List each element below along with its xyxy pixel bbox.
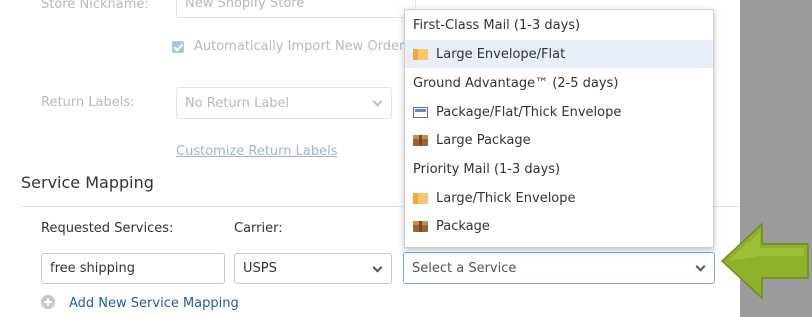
envelope-icon [413,192,428,204]
option-partial[interactable] [405,240,713,247]
option-package[interactable]: Package [405,212,713,240]
group-header-priority-mail: Priority Mail (1-3 days) [413,162,561,177]
return-labels-select[interactable]: No Return Label [176,87,392,119]
return-labels-label: Return Labels: [41,95,135,110]
requested-services-label: Requested Services: [41,221,174,236]
chevron-down-icon [695,261,706,272]
auto-import-label: Automatically Import New Orders [194,39,412,54]
group-header-ground-advantage: Ground Advantage™ (2-5 days) [413,76,619,91]
option-label: Package [436,218,490,234]
box-icon [413,220,428,232]
service-dropdown-menu: First-Class Mail (1-3 days) Large Envelo… [404,9,714,248]
service-select-placeholder: Select a Service [412,260,517,276]
option-package-flat-thick-envelope[interactable]: Package/Flat/Thick Envelope [405,98,713,126]
store-nickname-value: New Shopify Store [185,0,305,11]
store-nickname-input[interactable]: New Shopify Store [176,0,416,18]
service-select[interactable]: Select a Service [403,252,715,284]
chevron-down-icon [372,96,383,107]
add-icon[interactable] [41,295,55,309]
return-labels-value: No Return Label [185,95,290,111]
envelope-icon [413,48,428,60]
box-icon [413,134,428,146]
requested-service-input[interactable]: free shipping [41,253,225,284]
option-label: Large/Thick Envelope [436,190,576,206]
carrier-label: Carrier: [234,221,283,236]
customize-return-labels-link[interactable]: Customize Return Labels [176,144,337,159]
option-large-thick-envelope[interactable]: Large/Thick Envelope [405,184,713,212]
add-service-mapping-link[interactable]: Add New Service Mapping [69,296,239,311]
package-flat-icon [413,106,428,118]
option-large-envelope-flat[interactable]: Large Envelope/Flat [405,40,713,68]
option-label: Large Envelope/Flat [436,46,566,62]
carrier-select[interactable]: USPS [234,253,392,284]
carrier-value: USPS [243,261,277,276]
store-nickname-label: Store Nickname: [41,0,149,12]
option-large-package[interactable]: Large Package [405,126,713,154]
auto-import-checkbox[interactable] [172,41,184,53]
option-label: Large Package [436,132,531,148]
pointer-arrow-icon [720,222,809,300]
requested-service-value: free shipping [50,261,135,276]
chevron-down-icon [372,262,383,273]
option-label: Package/Flat/Thick Envelope [436,104,622,120]
service-mapping-title: Service Mapping [21,173,154,192]
group-header-first-class: First-Class Mail (1-3 days) [413,18,581,33]
